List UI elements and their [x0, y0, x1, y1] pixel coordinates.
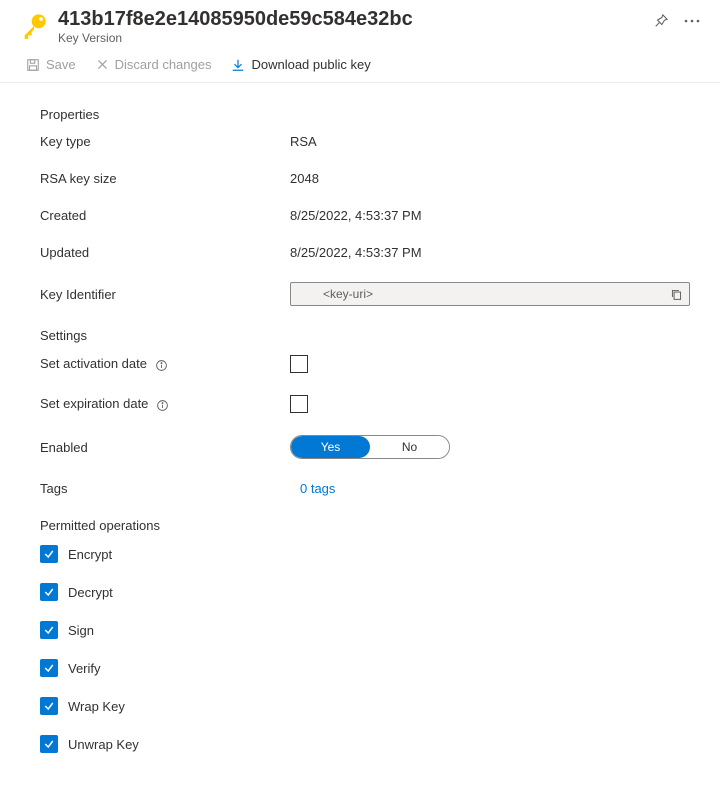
- key-type-value: RSA: [290, 134, 317, 149]
- updated-value: 8/25/2022, 4:53:37 PM: [290, 245, 422, 260]
- checkbox-checked-icon[interactable]: [40, 697, 58, 715]
- toggle-no[interactable]: No: [370, 436, 449, 458]
- checkbox-checked-icon[interactable]: [40, 583, 58, 601]
- rsa-key-size-label: RSA key size: [40, 171, 290, 186]
- operation-item[interactable]: Wrap Key: [40, 697, 692, 715]
- operation-item[interactable]: Decrypt: [40, 583, 692, 601]
- permitted-operations-heading: Permitted operations: [40, 518, 692, 533]
- page-title: 413b17f8e2e14085950de59c584e32bc: [58, 8, 654, 31]
- activation-date-text: Set activation date: [40, 356, 147, 371]
- info-icon[interactable]: [155, 359, 168, 372]
- save-button[interactable]: Save: [26, 57, 76, 72]
- operation-item[interactable]: Unwrap Key: [40, 735, 692, 753]
- download-public-key-button[interactable]: Download public key: [231, 57, 370, 72]
- discard-button[interactable]: Discard changes: [96, 57, 212, 72]
- operation-label: Unwrap Key: [68, 737, 139, 752]
- operation-item[interactable]: Verify: [40, 659, 692, 677]
- pin-icon[interactable]: [654, 14, 668, 28]
- operation-label: Decrypt: [68, 585, 113, 600]
- key-identifier-field[interactable]: <key-uri>: [290, 282, 690, 306]
- tags-label: Tags: [40, 481, 290, 496]
- rsa-key-size-value: 2048: [290, 171, 319, 186]
- toggle-yes[interactable]: Yes: [291, 436, 370, 458]
- operation-label: Encrypt: [68, 547, 112, 562]
- download-icon: [231, 58, 245, 72]
- properties-heading: Properties: [40, 107, 692, 122]
- checkbox-checked-icon[interactable]: [40, 621, 58, 639]
- operation-label: Sign: [68, 623, 94, 638]
- created-label: Created: [40, 208, 290, 223]
- activation-date-label: Set activation date: [40, 356, 290, 371]
- tags-link[interactable]: 0 tags: [300, 481, 335, 496]
- key-identifier-label: Key Identifier: [40, 287, 290, 302]
- settings-heading: Settings: [40, 328, 692, 343]
- operation-label: Verify: [68, 661, 101, 676]
- expiration-date-label: Set expiration date: [40, 396, 290, 411]
- checkbox-checked-icon[interactable]: [40, 735, 58, 753]
- enabled-label: Enabled: [40, 440, 290, 455]
- key-type-label: Key type: [40, 134, 290, 149]
- activation-date-checkbox[interactable]: [290, 355, 308, 373]
- discard-icon: [96, 58, 109, 71]
- expiration-date-checkbox[interactable]: [290, 395, 308, 413]
- created-value: 8/25/2022, 4:53:37 PM: [290, 208, 422, 223]
- enabled-toggle[interactable]: Yes No: [290, 435, 450, 459]
- checkbox-checked-icon[interactable]: [40, 545, 58, 563]
- checkbox-checked-icon[interactable]: [40, 659, 58, 677]
- more-icon[interactable]: [684, 15, 700, 27]
- operation-item[interactable]: Encrypt: [40, 545, 692, 563]
- expiration-date-text: Set expiration date: [40, 396, 148, 411]
- copy-icon[interactable]: [670, 288, 683, 301]
- updated-label: Updated: [40, 245, 290, 260]
- page-subtitle: Key Version: [58, 31, 654, 45]
- key-icon: [20, 12, 48, 40]
- info-icon[interactable]: [156, 399, 169, 412]
- save-label: Save: [46, 57, 76, 72]
- save-icon: [26, 58, 40, 72]
- operation-label: Wrap Key: [68, 699, 125, 714]
- key-identifier-value: <key-uri>: [323, 287, 670, 301]
- operation-item[interactable]: Sign: [40, 621, 692, 639]
- discard-label: Discard changes: [115, 57, 212, 72]
- download-label: Download public key: [251, 57, 370, 72]
